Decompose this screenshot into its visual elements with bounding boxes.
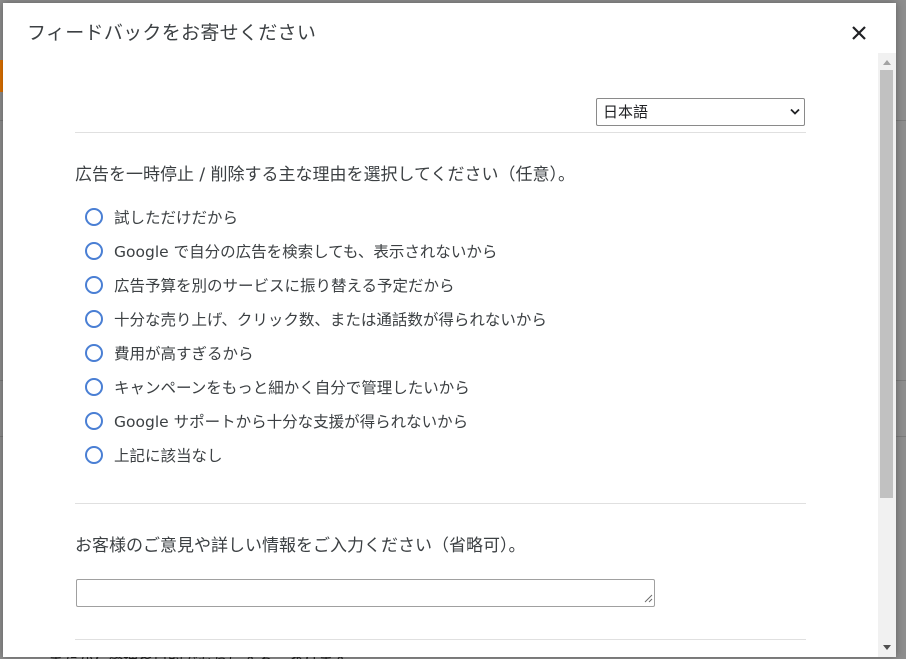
reason-option[interactable]: 上記に該当なし [85,442,223,468]
reason-option-label: Google で自分の広告を検索しても、表示されないから [114,243,498,261]
reason-option-label: 試しただけだから [114,209,239,227]
comment-prompt: お客様のご意見や詳しい情報をご入力ください（省略可）。 [75,536,526,556]
reason-option[interactable]: Google サポートから十分な支援が得られないから [85,408,468,434]
reason-option[interactable]: Google で自分の広告を検索しても、表示されないから [85,238,497,264]
language-select-value: 日本語 [603,103,649,121]
radio-button[interactable] [85,344,103,362]
radio-button[interactable] [85,412,103,430]
scroll-up-arrow-icon[interactable] [878,57,896,69]
reason-option-label: 費用が高すぎるから [114,345,254,363]
radio-button[interactable] [85,208,103,226]
resize-grip-icon[interactable] [643,593,653,603]
section-divider [75,132,806,133]
section-divider [75,503,806,504]
radio-button[interactable] [85,378,103,396]
radio-button[interactable] [85,276,103,294]
dialog-title: フィードバックをお寄せください [27,22,317,44]
radio-button[interactable] [85,242,103,260]
radio-button[interactable] [85,310,103,328]
reason-question: 広告を一時停止 / 削除する主な理由を選択してください（任意）。 [75,165,576,185]
close-icon [852,26,866,40]
scroll-thumb[interactable] [880,70,893,498]
reason-option[interactable]: 十分な売り上げ、クリック数、または通話数が得られないから [85,306,547,332]
section-divider [75,639,806,640]
reason-option-label: 広告予算を別のサービスに振り替える予定だから [114,277,455,295]
reason-option-label: Google サポートから十分な支援が得られないから [114,413,469,431]
reason-option-label: キャンペーンをもっと細かく自分で管理したいから [114,379,470,397]
scroll-down-arrow-icon[interactable] [878,641,896,653]
reason-option[interactable]: 試しただけだから [85,204,238,230]
chevron-down-icon [790,108,800,115]
reason-option[interactable]: キャンペーンをもっと細かく自分で管理したいから [85,374,470,400]
reason-option[interactable]: 費用が高すぎるから [85,340,254,366]
close-button[interactable] [845,19,873,47]
language-select[interactable]: 日本語 [596,98,805,126]
radio-button[interactable] [85,446,103,464]
reason-option[interactable]: 広告予算を別のサービスに振り替える予定だから [85,272,455,298]
dialog-scrollbar[interactable] [878,53,896,657]
reason-option-label: 十分な売り上げ、クリック数、または通話数が得られないから [114,311,547,329]
reason-option-label: 上記に該当なし [114,447,223,465]
comment-textarea[interactable] [76,579,655,607]
feedback-dialog: フィードバックをお寄せください 日本語 広告を一時停止 / 削除する主な理由を選… [3,3,896,657]
